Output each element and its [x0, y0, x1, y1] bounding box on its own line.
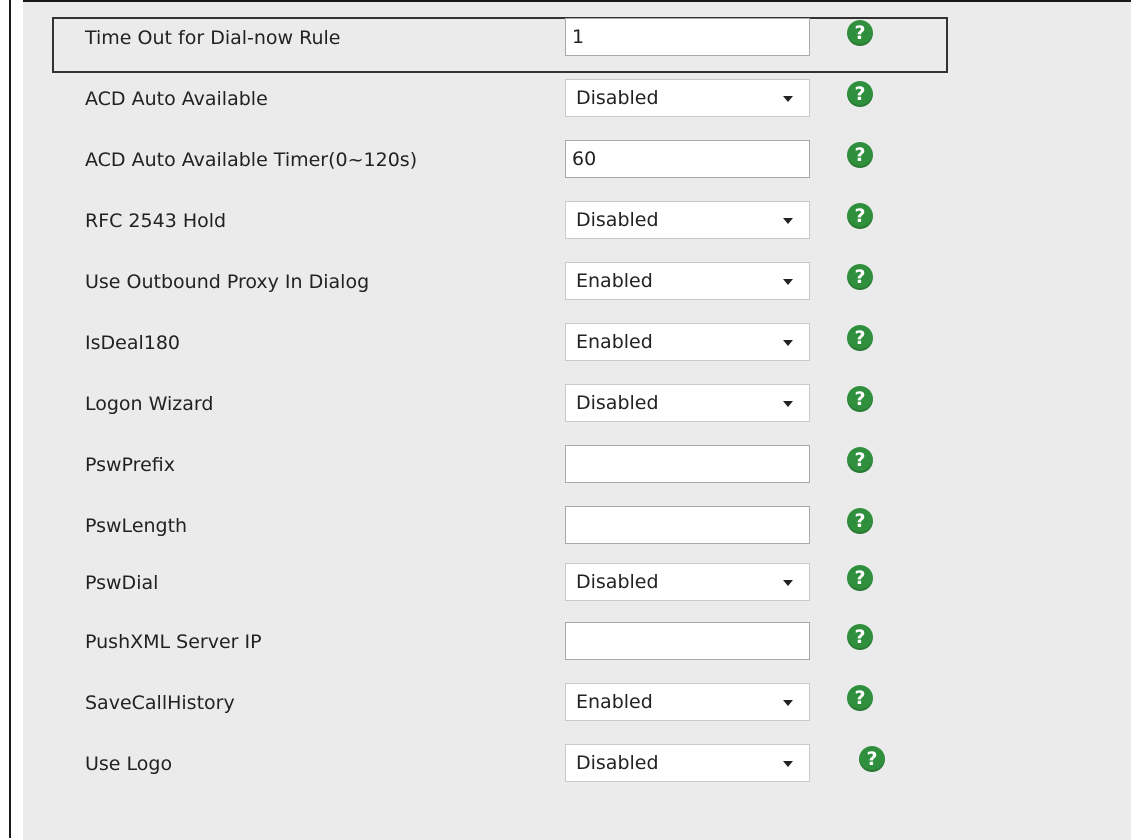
help-icon[interactable]: ?	[847, 508, 873, 534]
savecallhistory-select[interactable]: Enabled	[565, 683, 810, 721]
pswdial-select[interactable]: Disabled	[565, 563, 810, 601]
help-icon[interactable]: ?	[847, 20, 873, 46]
logon-wizard-select[interactable]: Disabled	[565, 384, 810, 422]
setting-label: RFC 2543 Hold	[85, 210, 227, 232]
setting-label: ACD Auto Available	[85, 88, 268, 110]
select-value: Enabled	[576, 691, 653, 713]
use-logo-select[interactable]: Disabled	[565, 744, 810, 782]
setting-row-isdeal180: IsDeal180 Enabled ?	[0, 321, 1131, 365]
setting-row-logon-wizard: Logon Wizard Disabled ?	[0, 382, 1131, 426]
chevron-down-icon	[783, 279, 793, 285]
setting-label: PushXML Server IP	[85, 631, 262, 653]
rfc-2543-hold-select[interactable]: Disabled	[565, 201, 810, 239]
chevron-down-icon	[783, 580, 793, 586]
select-value: Enabled	[576, 270, 653, 292]
select-value: Disabled	[576, 752, 659, 774]
setting-label: Logon Wizard	[85, 393, 214, 415]
setting-label: IsDeal180	[85, 332, 181, 354]
help-icon[interactable]: ?	[847, 386, 873, 412]
setting-label: PswLength	[85, 515, 188, 537]
isdeal180-select[interactable]: Enabled	[565, 323, 810, 361]
help-icon[interactable]: ?	[847, 325, 873, 351]
acd-auto-available-select[interactable]: Disabled	[565, 79, 810, 117]
select-value: Disabled	[576, 209, 659, 231]
help-icon[interactable]: ?	[859, 746, 885, 772]
setting-label: ACD Auto Available Timer(0~120s)	[85, 149, 418, 171]
select-value: Enabled	[576, 331, 653, 353]
chevron-down-icon	[783, 96, 793, 102]
setting-row-rfc-2543-hold: RFC 2543 Hold Disabled ?	[0, 199, 1131, 243]
setting-label: Use Logo	[85, 753, 173, 775]
help-icon[interactable]: ?	[847, 565, 873, 591]
chevron-down-icon	[783, 700, 793, 706]
chevron-down-icon	[783, 401, 793, 407]
help-icon[interactable]: ?	[847, 264, 873, 290]
chevron-down-icon	[783, 218, 793, 224]
help-icon[interactable]: ?	[847, 81, 873, 107]
help-icon[interactable]: ?	[847, 624, 873, 650]
chevron-down-icon	[783, 761, 793, 767]
setting-row-pswdial: PswDial Disabled ?	[0, 561, 1131, 605]
setting-label: Use Outbound Proxy In Dialog	[85, 271, 370, 293]
setting-label: Time Out for Dial-now Rule	[85, 27, 341, 49]
setting-row-pushxml-server-ip: PushXML Server IP ?	[0, 620, 1131, 664]
setting-row-acd-auto-available-timer: ACD Auto Available Timer(0~120s) ?	[0, 138, 1131, 182]
setting-label: PswDial	[85, 572, 159, 594]
setting-row-time-out-dial-now: Time Out for Dial-now Rule ?	[0, 16, 1131, 60]
select-value: Disabled	[576, 571, 659, 593]
acd-auto-available-timer-input[interactable]	[565, 140, 810, 178]
use-outbound-proxy-select[interactable]: Enabled	[565, 262, 810, 300]
setting-row-pswprefix: PswPrefix ?	[0, 443, 1131, 487]
help-icon[interactable]: ?	[847, 685, 873, 711]
select-value: Disabled	[576, 87, 659, 109]
chevron-down-icon	[783, 340, 793, 346]
help-icon[interactable]: ?	[847, 203, 873, 229]
setting-row-use-outbound-proxy: Use Outbound Proxy In Dialog Enabled ?	[0, 260, 1131, 304]
pushxml-server-ip-input[interactable]	[565, 622, 810, 660]
setting-label: PswPrefix	[85, 454, 175, 476]
select-value: Disabled	[576, 392, 659, 414]
help-icon[interactable]: ?	[847, 447, 873, 473]
time-out-dial-now-input[interactable]	[565, 18, 810, 56]
setting-label: SaveCallHistory	[85, 692, 235, 714]
help-icon[interactable]: ?	[847, 142, 873, 168]
setting-row-savecallhistory: SaveCallHistory Enabled ?	[0, 681, 1131, 725]
setting-row-use-logo: Use Logo Disabled ?	[0, 742, 1131, 786]
pswprefix-input[interactable]	[565, 445, 810, 483]
setting-row-acd-auto-available: ACD Auto Available Disabled ?	[0, 77, 1131, 121]
pswlength-input[interactable]	[565, 506, 810, 544]
setting-row-pswlength: PswLength ?	[0, 504, 1131, 548]
